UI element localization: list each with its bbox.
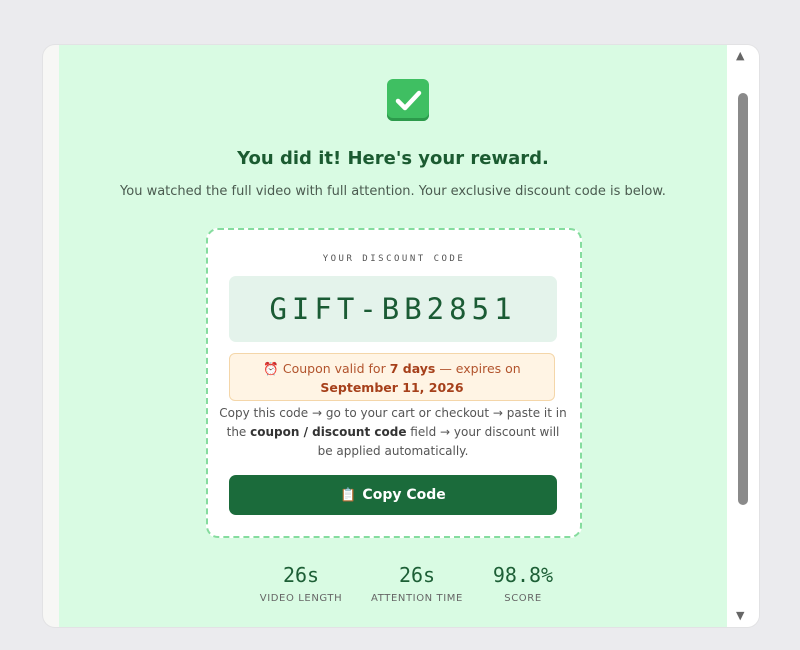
expiry-prefix: Coupon valid for	[282, 361, 386, 376]
copy-code-label: Copy Code	[362, 487, 446, 503]
reward-panel: You did it! Here's your reward. You watc…	[43, 45, 759, 627]
scrollbar[interactable]: ▲ ▼	[727, 45, 759, 627]
expiry-duration: 7 days	[389, 361, 436, 376]
stat-value: 26s	[282, 563, 320, 587]
stat-label: SCORE	[504, 593, 542, 604]
stat-video-length: 26s VIDEO LENGTH	[241, 563, 361, 604]
stat-attention-time: 26s ATTENTION TIME	[357, 563, 477, 604]
discount-code-card: YOUR DISCOUNT CODE GIFT-BB2851 ⏰ Coupon …	[206, 228, 582, 538]
scroll-down-arrow-icon[interactable]: ▼	[736, 610, 744, 622]
reward-content: You did it! Here's your reward. You watc…	[59, 45, 727, 627]
expiry-middle: — expires on	[439, 361, 521, 376]
reward-subtext: You watched the full video with full att…	[120, 184, 666, 199]
check-icon	[387, 79, 429, 121]
stat-value: 98.8%	[492, 563, 554, 587]
stat-value: 26s	[398, 563, 436, 587]
scroll-up-arrow-icon[interactable]: ▲	[736, 50, 744, 62]
expiry-date: September 11, 2026	[320, 380, 464, 395]
stat-score: 98.8% SCORE	[463, 563, 583, 604]
stat-label: ATTENTION TIME	[371, 593, 463, 604]
instructions: Copy this code → go to your cart or chec…	[218, 404, 568, 461]
copy-code-button[interactable]: 📋 Copy Code	[229, 475, 557, 515]
instructions-bold: coupon / discount code	[250, 425, 407, 439]
code-label: YOUR DISCOUNT CODE	[322, 254, 466, 264]
alarm-clock-icon: ⏰	[263, 361, 279, 376]
scrollbar-thumb[interactable]	[738, 93, 748, 505]
reward-headline: You did it! Here's your reward.	[237, 148, 549, 169]
discount-code[interactable]: GIFT-BB2851	[229, 276, 557, 342]
stat-label: VIDEO LENGTH	[259, 593, 343, 604]
expiry-notice: ⏰ Coupon valid for 7 days — expires on S…	[229, 353, 555, 401]
clipboard-icon: 📋	[340, 488, 357, 503]
